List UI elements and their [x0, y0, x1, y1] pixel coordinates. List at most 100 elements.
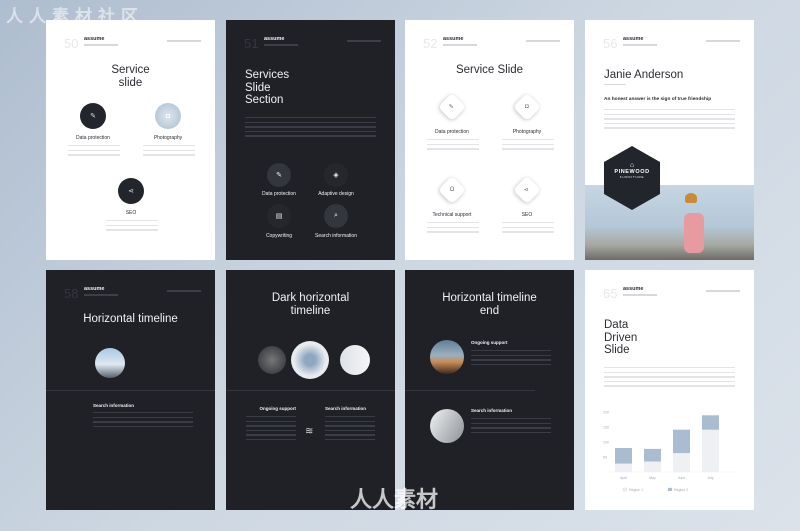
- timeline-line: [46, 390, 215, 391]
- service-text: [502, 222, 554, 236]
- service-label: Adaptive design: [318, 191, 354, 197]
- y-tick-label: 200: [603, 411, 609, 415]
- paragraph: [604, 109, 735, 132]
- service-label: Data protection: [76, 135, 110, 141]
- brand-subtitle: [264, 44, 298, 46]
- timeline-text: [246, 416, 296, 443]
- service-text: [143, 145, 195, 159]
- brand: assume: [623, 286, 644, 292]
- service-label: Technical support: [432, 212, 472, 218]
- photo-circle: [258, 346, 286, 374]
- title-line: Data: [604, 319, 629, 331]
- timeline-item-title: Search information: [471, 408, 513, 413]
- headset-icon: Ω: [437, 175, 467, 205]
- stacked-bar-chart: 50 100 150 200 April May June July Region 1 Regio…: [603, 411, 735, 492]
- timeline-text: [93, 412, 193, 430]
- slide-dark-horizontal-timeline[interactable]: Dark horizontal timeline Ongoing support…: [226, 270, 395, 510]
- slide-number: 65: [603, 286, 618, 301]
- slide-title: Horizontal timeline end: [405, 292, 574, 317]
- camera-icon: ◘: [155, 103, 181, 129]
- slide-number: 52: [423, 36, 438, 51]
- timeline-item-title: Search information: [325, 406, 367, 411]
- slide-51[interactable]: 51 assume Services Slide Section ✎ ◈ ▤ ⌕…: [226, 20, 395, 260]
- timeline-item-title: Search information: [93, 403, 135, 408]
- camera-icon: ◘: [512, 92, 542, 122]
- bar-region-1: [644, 461, 661, 472]
- bar-region-2: [615, 448, 632, 464]
- photo-circle: [340, 345, 370, 375]
- person-role: [604, 84, 626, 86]
- photo-circle: [291, 341, 329, 379]
- service-label: Photography: [512, 129, 542, 135]
- x-tick-label: July: [707, 476, 713, 480]
- url: [706, 40, 740, 42]
- legend-label: Region 2: [674, 488, 688, 492]
- slide-title: Dark horizontal timeline: [226, 292, 395, 317]
- slide-horizontal-timeline-end[interactable]: Horizontal timeline end Ongoing support …: [405, 270, 574, 510]
- bar-region-1: [673, 453, 690, 472]
- title-line: Dark horizontal: [271, 292, 350, 304]
- slide-58[interactable]: 58 assume Horizontal timeline Search inf…: [46, 270, 215, 510]
- slide-65[interactable]: 65 assume Data Driven Slide 50 100 150 200 A…: [585, 270, 754, 510]
- brand-subtitle: [84, 294, 118, 296]
- share-icon: ⋖: [512, 175, 542, 205]
- slide-50[interactable]: 50 assume Service slide ✎ ◘ Data protect…: [46, 20, 215, 260]
- timeline-item-title: Ongoing support: [259, 406, 297, 411]
- slide-title: Horizontal timeline: [83, 313, 178, 325]
- y-tick-label: 50: [603, 456, 607, 460]
- timeline-text: [471, 350, 551, 368]
- brand: assume: [84, 286, 105, 292]
- url: [706, 290, 740, 292]
- x-tick-label: May: [649, 476, 656, 480]
- photo-circle: [430, 409, 464, 443]
- brand: assume: [84, 36, 105, 42]
- mountain-photo: [95, 348, 125, 378]
- slide-number: 58: [64, 286, 79, 301]
- brand-subtitle: [84, 44, 118, 46]
- slide-title: Service Slide: [455, 64, 524, 76]
- title-line: Section: [245, 94, 284, 106]
- service-label: Search information: [315, 233, 357, 239]
- service-text: [427, 139, 479, 153]
- brand: assume: [443, 36, 464, 42]
- title-line: Horizontal timeline: [442, 292, 537, 304]
- service-text: [68, 145, 120, 159]
- slide-56[interactable]: 56 assume Janie Anderson An honest answe…: [585, 20, 754, 260]
- title-line: Slide: [604, 344, 630, 356]
- service-label: Photography: [153, 135, 183, 141]
- title-line: end: [479, 304, 500, 317]
- slide-52[interactable]: 52 assume Service Slide ✎ ◘ Ω ⋖ Data pro…: [405, 20, 574, 260]
- service-text: [106, 220, 158, 234]
- url: [167, 290, 201, 292]
- title-line: Driven: [604, 331, 638, 344]
- service-label: SEO: [125, 210, 137, 216]
- pen-icon: ✎: [80, 103, 106, 129]
- layers-icon: ◈: [324, 163, 348, 187]
- url: [526, 40, 560, 42]
- slide-number: 50: [64, 36, 79, 51]
- timeline-item-title: Ongoing support: [471, 340, 508, 345]
- share-icon: ⋖: [118, 178, 144, 204]
- brand: assume: [264, 36, 285, 42]
- photo-circle: [430, 340, 464, 374]
- slide-number: 51: [244, 36, 259, 51]
- bar-region-2: [644, 448, 661, 462]
- search-icon: ⌕: [324, 204, 348, 228]
- x-tick-label: April: [620, 476, 627, 480]
- paragraph: [604, 367, 735, 390]
- watermark-bottom: 人人素材: [350, 487, 439, 512]
- title-line: timeline: [290, 304, 331, 317]
- slide-title: Services Slide Section: [245, 69, 289, 107]
- x-tick-label: June: [678, 476, 686, 480]
- bar-region-1: [702, 429, 719, 472]
- logo-sub: FURNITURE: [619, 175, 645, 179]
- timeline-text: [471, 418, 551, 436]
- paragraph: [245, 117, 376, 140]
- document-icon: ▤: [267, 204, 291, 228]
- brand-subtitle: [623, 294, 657, 296]
- legend-swatch: [667, 487, 673, 492]
- url: [347, 40, 381, 42]
- brand-subtitle: [623, 44, 657, 46]
- slide-title: Data Driven Slide: [604, 319, 637, 357]
- y-tick-label: 100: [603, 441, 609, 445]
